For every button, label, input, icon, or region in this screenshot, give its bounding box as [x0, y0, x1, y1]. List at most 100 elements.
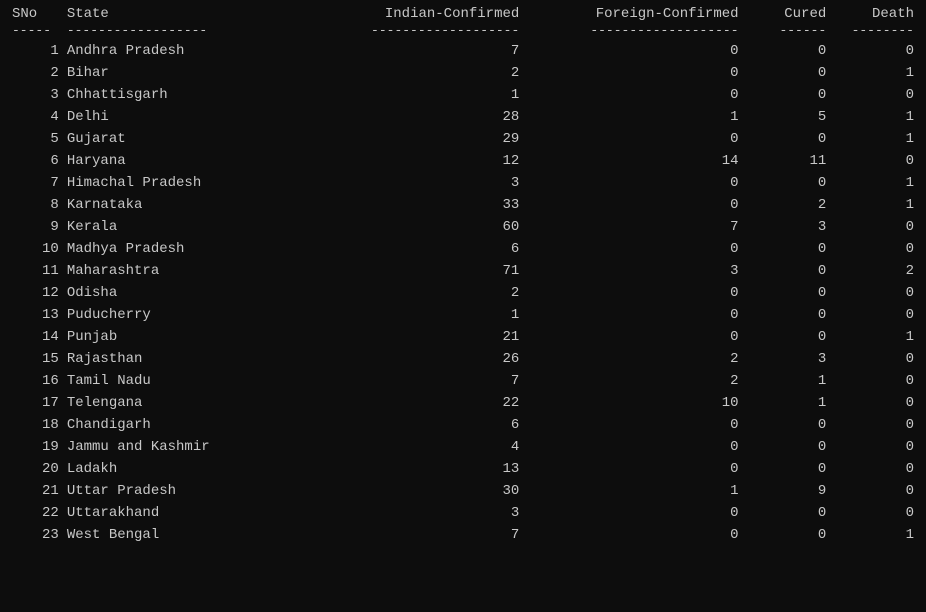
cell-death: 0 — [830, 458, 918, 480]
table-row: 14Punjab21001 — [8, 326, 918, 348]
sep-state: ------------------ — [63, 24, 282, 40]
cell-foreign-confirmed: 2 — [523, 370, 742, 392]
cell-indian-confirmed: 1 — [282, 84, 523, 106]
cell-foreign-confirmed: 0 — [523, 194, 742, 216]
cell-foreign-confirmed: 2 — [523, 348, 742, 370]
table-row: 23West Bengal7001 — [8, 524, 918, 546]
table-row: 19Jammu and Kashmir4000 — [8, 436, 918, 458]
cell-state: Andhra Pradesh — [63, 40, 282, 62]
cell-state: Delhi — [63, 106, 282, 128]
header-indian-confirmed: Indian-Confirmed — [282, 4, 523, 24]
sep-indian: ------------------- — [282, 24, 523, 40]
cell-death: 1 — [830, 172, 918, 194]
table-row: 11Maharashtra71302 — [8, 260, 918, 282]
cell-death: 1 — [830, 194, 918, 216]
cell-sno: 19 — [8, 436, 63, 458]
table-row: 9Kerala60730 — [8, 216, 918, 238]
cell-indian-confirmed: 6 — [282, 238, 523, 260]
table-header-row: SNo State Indian-Confirmed Foreign-Confi… — [8, 4, 918, 24]
cell-cured: 5 — [743, 106, 831, 128]
cell-cured: 0 — [743, 128, 831, 150]
cell-state: Rajasthan — [63, 348, 282, 370]
cell-state: Himachal Pradesh — [63, 172, 282, 194]
cell-foreign-confirmed: 0 — [523, 62, 742, 84]
sep-foreign: ------------------- — [523, 24, 742, 40]
cell-death: 0 — [830, 502, 918, 524]
cell-death: 0 — [830, 414, 918, 436]
cell-state: Uttar Pradesh — [63, 480, 282, 502]
cell-state: Maharashtra — [63, 260, 282, 282]
table-separator-row: ----- ------------------ ---------------… — [8, 24, 918, 40]
cell-state: Punjab — [63, 326, 282, 348]
cell-sno: 1 — [8, 40, 63, 62]
cell-cured: 11 — [743, 150, 831, 172]
table-row: 18Chandigarh6000 — [8, 414, 918, 436]
covid-data-table: SNo State Indian-Confirmed Foreign-Confi… — [8, 4, 918, 546]
cell-sno: 8 — [8, 194, 63, 216]
cell-cured: 1 — [743, 392, 831, 414]
cell-foreign-confirmed: 0 — [523, 172, 742, 194]
cell-state: Jammu and Kashmir — [63, 436, 282, 458]
cell-death: 0 — [830, 370, 918, 392]
cell-indian-confirmed: 7 — [282, 370, 523, 392]
cell-foreign-confirmed: 0 — [523, 458, 742, 480]
cell-indian-confirmed: 30 — [282, 480, 523, 502]
table-row: 1Andhra Pradesh7000 — [8, 40, 918, 62]
cell-indian-confirmed: 13 — [282, 458, 523, 480]
cell-sno: 2 — [8, 62, 63, 84]
table-row: 12Odisha2000 — [8, 282, 918, 304]
cell-state: Gujarat — [63, 128, 282, 150]
cell-foreign-confirmed: 0 — [523, 282, 742, 304]
cell-death: 0 — [830, 392, 918, 414]
cell-cured: 2 — [743, 194, 831, 216]
cell-foreign-confirmed: 0 — [523, 84, 742, 106]
cell-cured: 0 — [743, 282, 831, 304]
cell-state: Bihar — [63, 62, 282, 84]
cell-sno: 9 — [8, 216, 63, 238]
cell-state: Uttarakhand — [63, 502, 282, 524]
cell-foreign-confirmed: 0 — [523, 326, 742, 348]
table-row: 4Delhi28151 — [8, 106, 918, 128]
cell-death: 0 — [830, 304, 918, 326]
cell-sno: 22 — [8, 502, 63, 524]
table-row: 16Tamil Nadu7210 — [8, 370, 918, 392]
cell-state: Ladakh — [63, 458, 282, 480]
cell-cured: 0 — [743, 172, 831, 194]
cell-cured: 0 — [743, 84, 831, 106]
table-row: 21Uttar Pradesh30190 — [8, 480, 918, 502]
cell-sno: 6 — [8, 150, 63, 172]
table-row: 22Uttarakhand3000 — [8, 502, 918, 524]
cell-foreign-confirmed: 1 — [523, 106, 742, 128]
cell-death: 0 — [830, 84, 918, 106]
cell-indian-confirmed: 29 — [282, 128, 523, 150]
cell-indian-confirmed: 3 — [282, 172, 523, 194]
cell-foreign-confirmed: 0 — [523, 414, 742, 436]
cell-indian-confirmed: 6 — [282, 414, 523, 436]
cell-sno: 5 — [8, 128, 63, 150]
cell-foreign-confirmed: 0 — [523, 238, 742, 260]
cell-foreign-confirmed: 0 — [523, 502, 742, 524]
cell-death: 2 — [830, 260, 918, 282]
cell-sno: 7 — [8, 172, 63, 194]
cell-state: Odisha — [63, 282, 282, 304]
cell-cured: 0 — [743, 238, 831, 260]
table-row: 3Chhattisgarh1000 — [8, 84, 918, 106]
cell-indian-confirmed: 71 — [282, 260, 523, 282]
header-foreign-confirmed: Foreign-Confirmed — [523, 4, 742, 24]
cell-foreign-confirmed: 3 — [523, 260, 742, 282]
cell-foreign-confirmed: 0 — [523, 40, 742, 62]
cell-death: 0 — [830, 436, 918, 458]
cell-foreign-confirmed: 7 — [523, 216, 742, 238]
cell-sno: 20 — [8, 458, 63, 480]
cell-indian-confirmed: 28 — [282, 106, 523, 128]
cell-sno: 23 — [8, 524, 63, 546]
table-row: 2Bihar2001 — [8, 62, 918, 84]
cell-state: Telengana — [63, 392, 282, 414]
table-row: 6Haryana1214110 — [8, 150, 918, 172]
cell-indian-confirmed: 22 — [282, 392, 523, 414]
cell-state: Haryana — [63, 150, 282, 172]
table-row: 8Karnataka33021 — [8, 194, 918, 216]
cell-indian-confirmed: 12 — [282, 150, 523, 172]
cell-state: Kerala — [63, 216, 282, 238]
header-death: Death — [830, 4, 918, 24]
